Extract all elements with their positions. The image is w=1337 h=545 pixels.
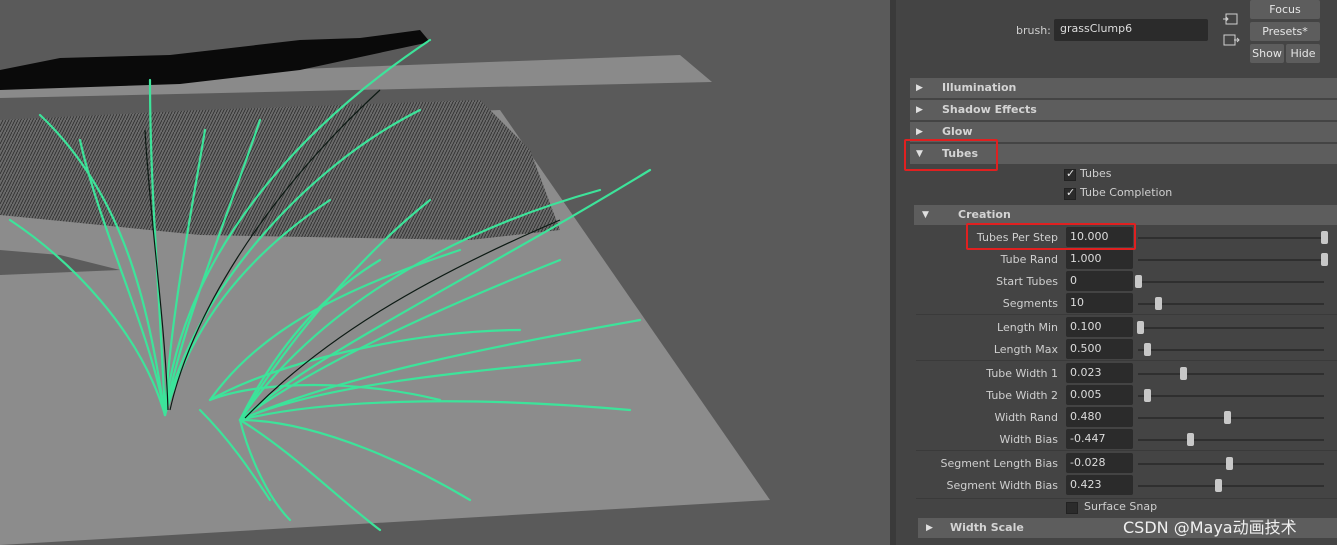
checkbox-label: Tubes [1080,167,1112,180]
width-bias-slider-thumb[interactable] [1187,433,1195,446]
3d-viewport[interactable] [0,0,890,545]
section-shadow-effects[interactable]: ▶ Shadow Effects [910,100,1337,120]
expand-arrow-icon: ▶ [916,105,923,115]
width-rand-slider-thumb[interactable] [1224,411,1232,424]
length-min-field[interactable]: 0.100 [1066,317,1133,337]
segments-slider[interactable] [1138,303,1324,305]
expand-arrow-icon: ▶ [916,83,923,93]
section-creation[interactable]: ▼ Creation [914,205,1337,225]
segment-width-bias-slider[interactable] [1138,485,1324,487]
expand-arrow-icon: ▶ [926,523,933,533]
tube-width-2-slider[interactable] [1138,395,1324,397]
length-min-slider-thumb[interactable] [1136,321,1144,334]
segment-width-bias-slider-thumb[interactable] [1214,479,1222,492]
length-max-slider-thumb[interactable] [1144,343,1152,356]
length-max-slider[interactable] [1138,349,1324,351]
segment-length-bias-label: Segment Length Bias [940,457,1058,470]
attr-row-width-rand: Width Rand 0.480 [916,407,1337,429]
section-label: Shadow Effects [942,103,1037,116]
row-separator [916,498,1337,499]
section-label: Width Scale [950,521,1024,534]
section-label: Illumination [942,81,1017,94]
tube-rand-field[interactable]: 1.000 [1066,249,1133,269]
tubes-checkbox[interactable] [1064,167,1076,181]
surface-snap-checkbox[interactable] [1066,502,1078,514]
attribute-editor-panel: brush: grassClump6 Focus Presets* Show H… [896,0,1337,545]
segment-width-bias-field[interactable]: 0.423 [1066,475,1133,495]
collapse-arrow-icon: ▼ [922,210,929,220]
attr-row-segment-length-bias: Segment Length Bias -0.028 [916,453,1337,475]
start-tubes-slider[interactable] [1138,281,1324,283]
brush-label: brush: [1016,24,1051,37]
segments-label: Segments [1002,297,1058,310]
copy-tab-icon[interactable] [1222,32,1240,48]
section-illumination[interactable]: ▶ Illumination [910,78,1337,98]
tubes-per-step-slider-thumb[interactable] [1321,231,1328,244]
segment-length-bias-field[interactable]: -0.028 [1066,453,1133,473]
segment-width-bias-label: Segment Width Bias [946,479,1058,492]
checkbox-label: Tube Completion [1080,186,1173,199]
section-label: Creation [958,208,1011,221]
tubes-per-step-highlight-box [966,223,1136,250]
attr-row-tube-width-2: Tube Width 2 0.005 [916,385,1337,407]
hide-button[interactable]: Hide [1286,44,1320,63]
attr-row-tube-rand: Tube Rand 1.000 [916,249,1337,271]
segments-slider-thumb[interactable] [1155,297,1163,310]
tube-rand-slider-thumb[interactable] [1321,253,1328,266]
start-tubes-field[interactable]: 0 [1066,271,1133,291]
tubes-highlight-box [904,139,998,171]
length-min-label: Length Min [997,321,1058,334]
width-bias-label: Width Bias [999,433,1058,446]
watermark: CSDN @Maya动画技术 [1123,518,1297,537]
tubes-per-step-slider[interactable] [1138,237,1324,239]
tube-width-1-slider-thumb[interactable] [1179,367,1187,380]
length-min-slider[interactable] [1138,327,1324,329]
attr-row-segments: Segments 10 [916,293,1337,315]
tube-width-1-slider[interactable] [1138,373,1324,375]
width-rand-label: Width Rand [994,411,1058,424]
checkbox-label: Surface Snap [1084,500,1158,513]
tube-rand-slider[interactable] [1138,259,1324,261]
length-max-label: Length Max [993,343,1058,356]
segment-length-bias-slider-thumb[interactable] [1226,457,1234,470]
attr-row-width-bias: Width Bias -0.447 [916,429,1337,451]
start-tubes-slider-thumb[interactable] [1135,275,1142,288]
start-tubes-label: Start Tubes [996,275,1058,288]
attr-row-length-min: Length Min 0.100 [916,317,1337,339]
load-attributes-icon[interactable] [1222,11,1240,27]
tube-completion-checkbox[interactable] [1064,186,1076,200]
width-bias-slider[interactable] [1138,439,1324,441]
row-separator [916,314,1337,315]
attr-row-start-tubes: Start Tubes 0 [916,271,1337,293]
brush-name-field[interactable]: grassClump6 [1054,19,1208,41]
attr-row-segment-width-bias: Segment Width Bias 0.423 [916,475,1337,497]
tube-width-2-label: Tube Width 2 [986,389,1058,402]
show-button[interactable]: Show [1250,44,1284,63]
row-separator [916,450,1337,451]
attr-row-tube-width-1: Tube Width 1 0.023 [916,363,1337,385]
attr-row-length-max: Length Max 0.500 [916,339,1337,361]
focus-button[interactable]: Focus [1250,0,1320,19]
viewport-scene [0,0,890,545]
length-max-field[interactable]: 0.500 [1066,339,1133,359]
width-bias-field[interactable]: -0.447 [1066,429,1133,449]
tube-width-2-field[interactable]: 0.005 [1066,385,1133,405]
tube-rand-label: Tube Rand [1000,253,1058,266]
row-separator [916,360,1337,361]
presets-button[interactable]: Presets* [1250,22,1320,41]
width-rand-field[interactable]: 0.480 [1066,407,1133,427]
tube-width-1-label: Tube Width 1 [986,367,1058,380]
tube-width-2-slider-thumb[interactable] [1144,389,1152,402]
segments-field[interactable]: 10 [1066,293,1133,313]
tube-width-1-field[interactable]: 0.023 [1066,363,1133,383]
